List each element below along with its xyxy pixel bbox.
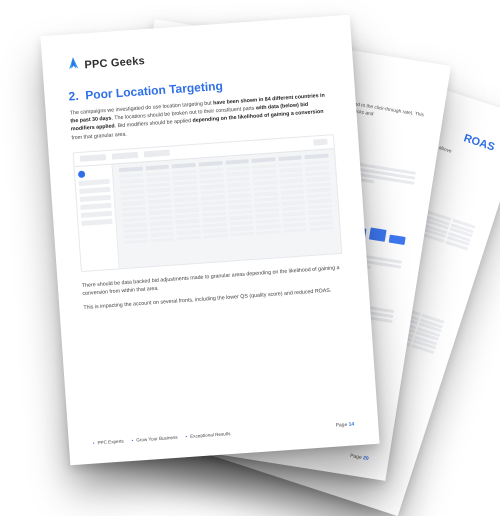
page-number: Page 20 xyxy=(350,453,369,462)
brand-name: PPC Geeks xyxy=(84,55,145,71)
section-title: ROAS xyxy=(462,132,496,153)
page-footer: •PPC Experts •Grow Your Business •Except… xyxy=(93,421,355,445)
footer-link: •Exceptional Results xyxy=(185,431,230,439)
brand-logo: PPC Geeks xyxy=(66,38,329,75)
footer-links: •PPC Experts •Grow Your Business •Except… xyxy=(93,431,231,446)
footer-link: •PPC Experts xyxy=(93,439,124,446)
logo-icon xyxy=(66,56,81,76)
report-page-front: PPC Geeks 2. Poor Location Targeting The… xyxy=(40,15,379,466)
page-number: Page 14 xyxy=(335,421,354,428)
embedded-screenshot xyxy=(73,134,343,272)
footer-link: •Grow Your Business xyxy=(132,435,178,443)
